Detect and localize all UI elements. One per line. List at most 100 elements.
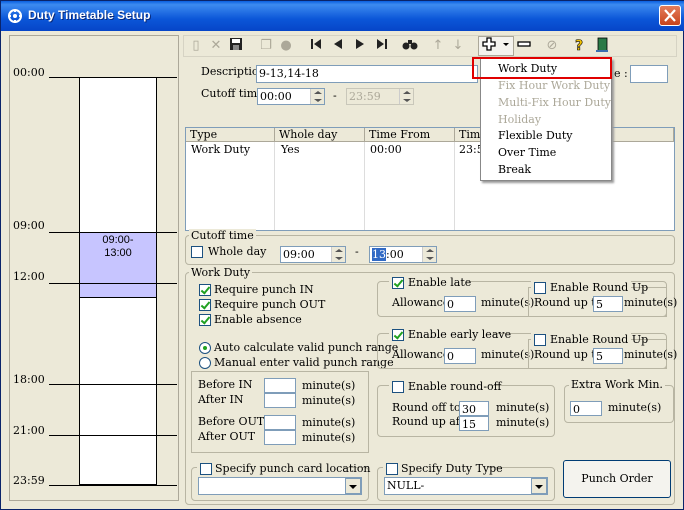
- timeline-label-2100: 21:00: [13, 424, 45, 437]
- cutoff-from-spinner[interactable]: [310, 89, 324, 104]
- punch-location-select[interactable]: [198, 477, 362, 495]
- code-input[interactable]: [630, 65, 668, 83]
- grid-column-line: [454, 142, 455, 230]
- enable-late-checkbox[interactable]: [392, 277, 404, 289]
- round-off-to-label: Round off to: [392, 401, 461, 414]
- cutoff-dash: -: [333, 89, 337, 102]
- require-out-checkbox[interactable]: [199, 299, 211, 311]
- grid-cell-type[interactable]: Work Duty: [191, 143, 250, 156]
- find-icon[interactable]: [401, 37, 419, 55]
- auto-calc-radio[interactable]: [199, 342, 211, 354]
- extra-work-title: Extra Work Min.: [569, 378, 665, 391]
- cutoff-group-to-input[interactable]: 13:00: [369, 246, 437, 263]
- timeline-tick: [49, 77, 177, 78]
- cutoff-group-to-text: 13:00: [372, 248, 404, 261]
- new-icon[interactable]: ▯: [187, 37, 205, 55]
- cutoff-group-from-spinner[interactable]: [331, 247, 345, 262]
- early-allowance-minutes: minute(s): [481, 348, 535, 361]
- early-round-up-checkbox[interactable]: [534, 334, 546, 346]
- grid-column-line: [274, 142, 275, 230]
- svg-text:?: ?: [575, 38, 583, 53]
- next-icon[interactable]: [351, 37, 369, 55]
- before-out-input[interactable]: [264, 415, 296, 430]
- timeline-duty-block[interactable]: 09:00- 13:00: [80, 232, 156, 298]
- timeline-label-2359: 23:59: [13, 474, 45, 487]
- timeline-tick: [49, 485, 177, 486]
- last-icon[interactable]: [373, 37, 391, 55]
- first-icon[interactable]: [307, 37, 325, 55]
- description-input[interactable]: 9-13,14-18: [256, 65, 478, 83]
- cancel-icon[interactable]: ⊘: [543, 37, 561, 55]
- manual-enter-label: Manual enter valid punch range: [214, 356, 394, 369]
- grid-header-time-from[interactable]: Time From: [365, 128, 455, 142]
- duty-type-dropdown-icon[interactable]: [531, 478, 547, 494]
- late-allowance-value: 0: [447, 298, 454, 311]
- punch-location-checkbox[interactable]: [200, 463, 212, 475]
- whole-day-checkbox[interactable]: [191, 246, 203, 258]
- enable-late-label: Enable late: [408, 276, 472, 289]
- late-allowance-input[interactable]: 0: [444, 296, 476, 312]
- record-icon[interactable]: ●: [277, 37, 295, 55]
- exit-icon[interactable]: [593, 37, 611, 55]
- menu-item-flexible-duty[interactable]: Flexible Duty: [498, 129, 573, 142]
- add-type-menu: Work Duty Fix Hour Work Duty Multi-Fix H…: [472, 57, 612, 181]
- grid-header-whole-day[interactable]: Whole day: [275, 128, 365, 142]
- after-in-minutes: minute(s): [302, 394, 356, 407]
- menu-item-over-time[interactable]: Over Time: [498, 146, 556, 159]
- timeline-tick: [49, 232, 177, 233]
- grid-cell-whole-day[interactable]: Yes: [281, 143, 299, 156]
- menu-item-fix-hour-work-duty: Fix Hour Work Duty: [498, 79, 611, 92]
- early-allowance-value: 0: [447, 350, 454, 363]
- close-button[interactable]: [659, 5, 681, 26]
- add-icon[interactable]: [480, 37, 498, 55]
- after-out-label: After OUT: [198, 430, 256, 443]
- grid-cell-time-from[interactable]: 00:00: [370, 143, 402, 156]
- prev-icon[interactable]: [329, 37, 347, 55]
- help-icon[interactable]: ?: [571, 37, 589, 55]
- late-round-up-checkbox[interactable]: [534, 282, 546, 294]
- early-round-up-to-input[interactable]: 5: [593, 348, 623, 364]
- menu-item-work-duty[interactable]: Work Duty: [498, 62, 557, 75]
- after-out-input[interactable]: [264, 430, 296, 445]
- enable-absence-label: Enable absence: [214, 313, 302, 326]
- cutoff-group-to-spinner[interactable]: [422, 247, 436, 262]
- dropdown-icon[interactable]: [500, 37, 512, 55]
- save-icon[interactable]: [227, 37, 245, 55]
- cutoff-group-to-selection: 13: [372, 248, 386, 261]
- cutoff-group-title: Cutoff time: [189, 229, 256, 242]
- extra-work-input[interactable]: 0: [570, 401, 602, 416]
- title-bar[interactable]: Duty Timetable Setup: [1, 1, 684, 31]
- cutoff-from-input[interactable]: 00:00: [257, 88, 325, 105]
- round-off-to-minutes: minute(s): [496, 401, 550, 414]
- delete-icon[interactable]: ✕: [207, 37, 225, 55]
- early-allowance-input[interactable]: 0: [444, 348, 476, 364]
- punch-location-label: Specify punch card location: [215, 462, 371, 475]
- up-icon[interactable]: ↑: [429, 37, 447, 55]
- down-icon[interactable]: ↓: [449, 37, 467, 55]
- punch-location-dropdown-icon[interactable]: [345, 478, 361, 494]
- duty-type-select[interactable]: NULL-: [384, 477, 548, 495]
- before-in-input[interactable]: [264, 378, 296, 393]
- round-off-to-input[interactable]: 30: [459, 401, 489, 416]
- enable-early-checkbox[interactable]: [392, 329, 404, 341]
- cutoff-to-input: 23:59: [346, 88, 414, 105]
- late-round-up-to-input[interactable]: 5: [593, 296, 623, 312]
- remove-icon[interactable]: [515, 37, 533, 55]
- copy-icon[interactable]: ❐: [257, 37, 275, 55]
- cutoff-group-from-value: 09:00: [283, 248, 315, 261]
- manual-enter-radio[interactable]: [199, 357, 211, 369]
- grid-header-type[interactable]: Type: [186, 128, 275, 142]
- require-in-checkbox[interactable]: [199, 284, 211, 296]
- menu-item-break[interactable]: Break: [498, 163, 531, 176]
- enable-round-off-checkbox[interactable]: [392, 381, 404, 393]
- punch-order-button[interactable]: Punch Order: [563, 460, 671, 498]
- round-up-after-input[interactable]: 15: [459, 416, 489, 431]
- round-up-after-value: 15: [462, 418, 476, 431]
- require-out-label: Require punch OUT: [214, 298, 326, 311]
- require-in-label: Require punch IN: [214, 283, 314, 296]
- enable-absence-checkbox[interactable]: [199, 314, 211, 326]
- description-value: 9-13,14-18: [259, 67, 319, 80]
- cutoff-group-from-input[interactable]: 09:00: [280, 246, 346, 263]
- duty-type-checkbox[interactable]: [386, 463, 398, 475]
- after-in-input[interactable]: [264, 393, 296, 408]
